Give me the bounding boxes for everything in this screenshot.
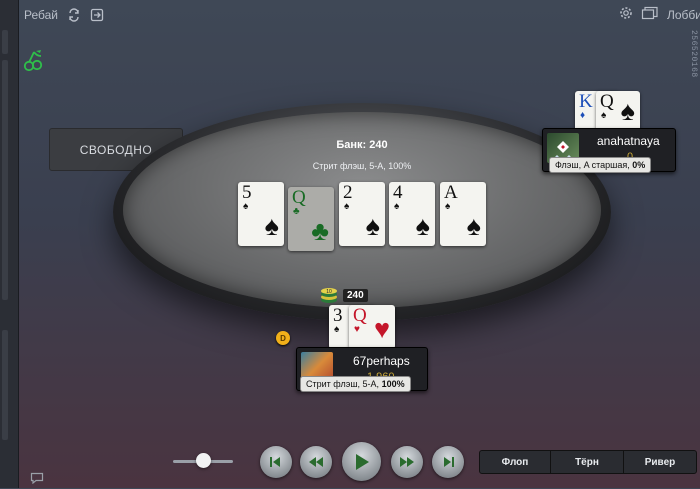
board-card: 2 ♠ ♠ <box>339 182 385 246</box>
refresh-icon[interactable] <box>67 8 81 22</box>
board-card: 4 ♠ ♠ <box>389 182 435 246</box>
play-button[interactable] <box>342 442 381 481</box>
hand-strength-badge: Стрит флэш, 5-A, 100% <box>300 376 411 392</box>
street-river-button[interactable]: Ривер <box>623 450 697 474</box>
lobby-link[interactable]: Лобби <box>667 8 700 22</box>
board-card: A ♠ ♠ <box>440 182 486 246</box>
rewind-button[interactable] <box>300 446 332 478</box>
hand-description: Стрит флэш, 5-A, 100% <box>312 161 412 171</box>
bet-amount: 240 <box>343 289 368 302</box>
card-suit-large: ♠ <box>415 211 430 241</box>
hand-strength-label: Флэш, A старшая, <box>555 160 630 170</box>
hand-strength-label: Стрит флэш, 5-A, <box>306 379 380 389</box>
gear-icon[interactable] <box>619 6 633 25</box>
player-name: anahatnaya <box>597 134 660 148</box>
speed-slider-handle[interactable] <box>196 453 211 468</box>
street-flop-button[interactable]: Флоп <box>479 450 551 474</box>
chip-label: 10 <box>326 289 332 295</box>
hand-strength-badge: Флэш, A старшая, 0% <box>549 157 652 173</box>
play-icon <box>355 453 369 470</box>
card-suit-small: ♠ <box>243 201 249 212</box>
fast-forward-button[interactable] <box>391 446 423 478</box>
rewind-icon <box>309 457 323 467</box>
chat-icon[interactable] <box>30 471 44 485</box>
cherry-logo-icon <box>23 49 45 73</box>
board-card: 5 ♠ ♠ <box>238 182 284 246</box>
card-suit-large: ♠ <box>620 96 635 126</box>
left-side-rail <box>0 0 19 488</box>
street-turn-button[interactable]: Тёрн <box>550 450 624 474</box>
card-suit-small: ♠ <box>334 324 340 335</box>
skip-forward-icon <box>444 457 454 467</box>
card-suit-small: ♦ <box>580 110 586 121</box>
card-suit-small: ♥ <box>354 324 360 335</box>
hand-strength-percent: 0% <box>632 160 646 170</box>
exit-icon[interactable] <box>90 8 104 22</box>
pot-label: Банк: 240 <box>336 139 388 151</box>
card-suit-large: ♠ <box>466 211 481 241</box>
first-step-button[interactable] <box>260 446 292 478</box>
rail-segment <box>2 330 8 440</box>
chip-stack-icon: 10 <box>320 284 338 304</box>
skip-back-icon <box>270 457 280 467</box>
card-suit-small: ♠ <box>601 110 607 121</box>
card-suit-small: ♣ <box>293 206 300 217</box>
card-suit-large: ♣ <box>311 216 329 246</box>
top-right-controls: Лобби <box>619 0 700 30</box>
board-card: Q ♣ ♣ <box>288 187 334 251</box>
windows-icon[interactable] <box>641 6 659 25</box>
dealer-button: D <box>276 331 290 345</box>
card-suit-large: ♠ <box>365 211 380 241</box>
hand-id: 256520168 <box>689 30 698 78</box>
card-suit-large: ♥ <box>373 314 390 344</box>
rail-segment <box>2 30 8 54</box>
hand-strength-percent: 100% <box>381 379 405 389</box>
fast-forward-icon <box>400 457 414 467</box>
rail-segment <box>2 60 8 300</box>
card-suit-small: ♠ <box>445 201 451 212</box>
card-suit-small: ♠ <box>394 201 400 212</box>
last-step-button[interactable] <box>432 446 464 478</box>
hole-card: Q ♠ ♠ <box>596 91 640 131</box>
top-bar: Ребай <box>18 0 700 30</box>
card-suit-small: ♠ <box>344 201 350 212</box>
card-suit-large: ♠ <box>264 211 279 241</box>
player-name: 67perhaps <box>353 354 410 368</box>
hole-card: Q ♥ ♥ <box>349 305 395 349</box>
rebuy-link[interactable]: Ребай <box>24 8 58 22</box>
